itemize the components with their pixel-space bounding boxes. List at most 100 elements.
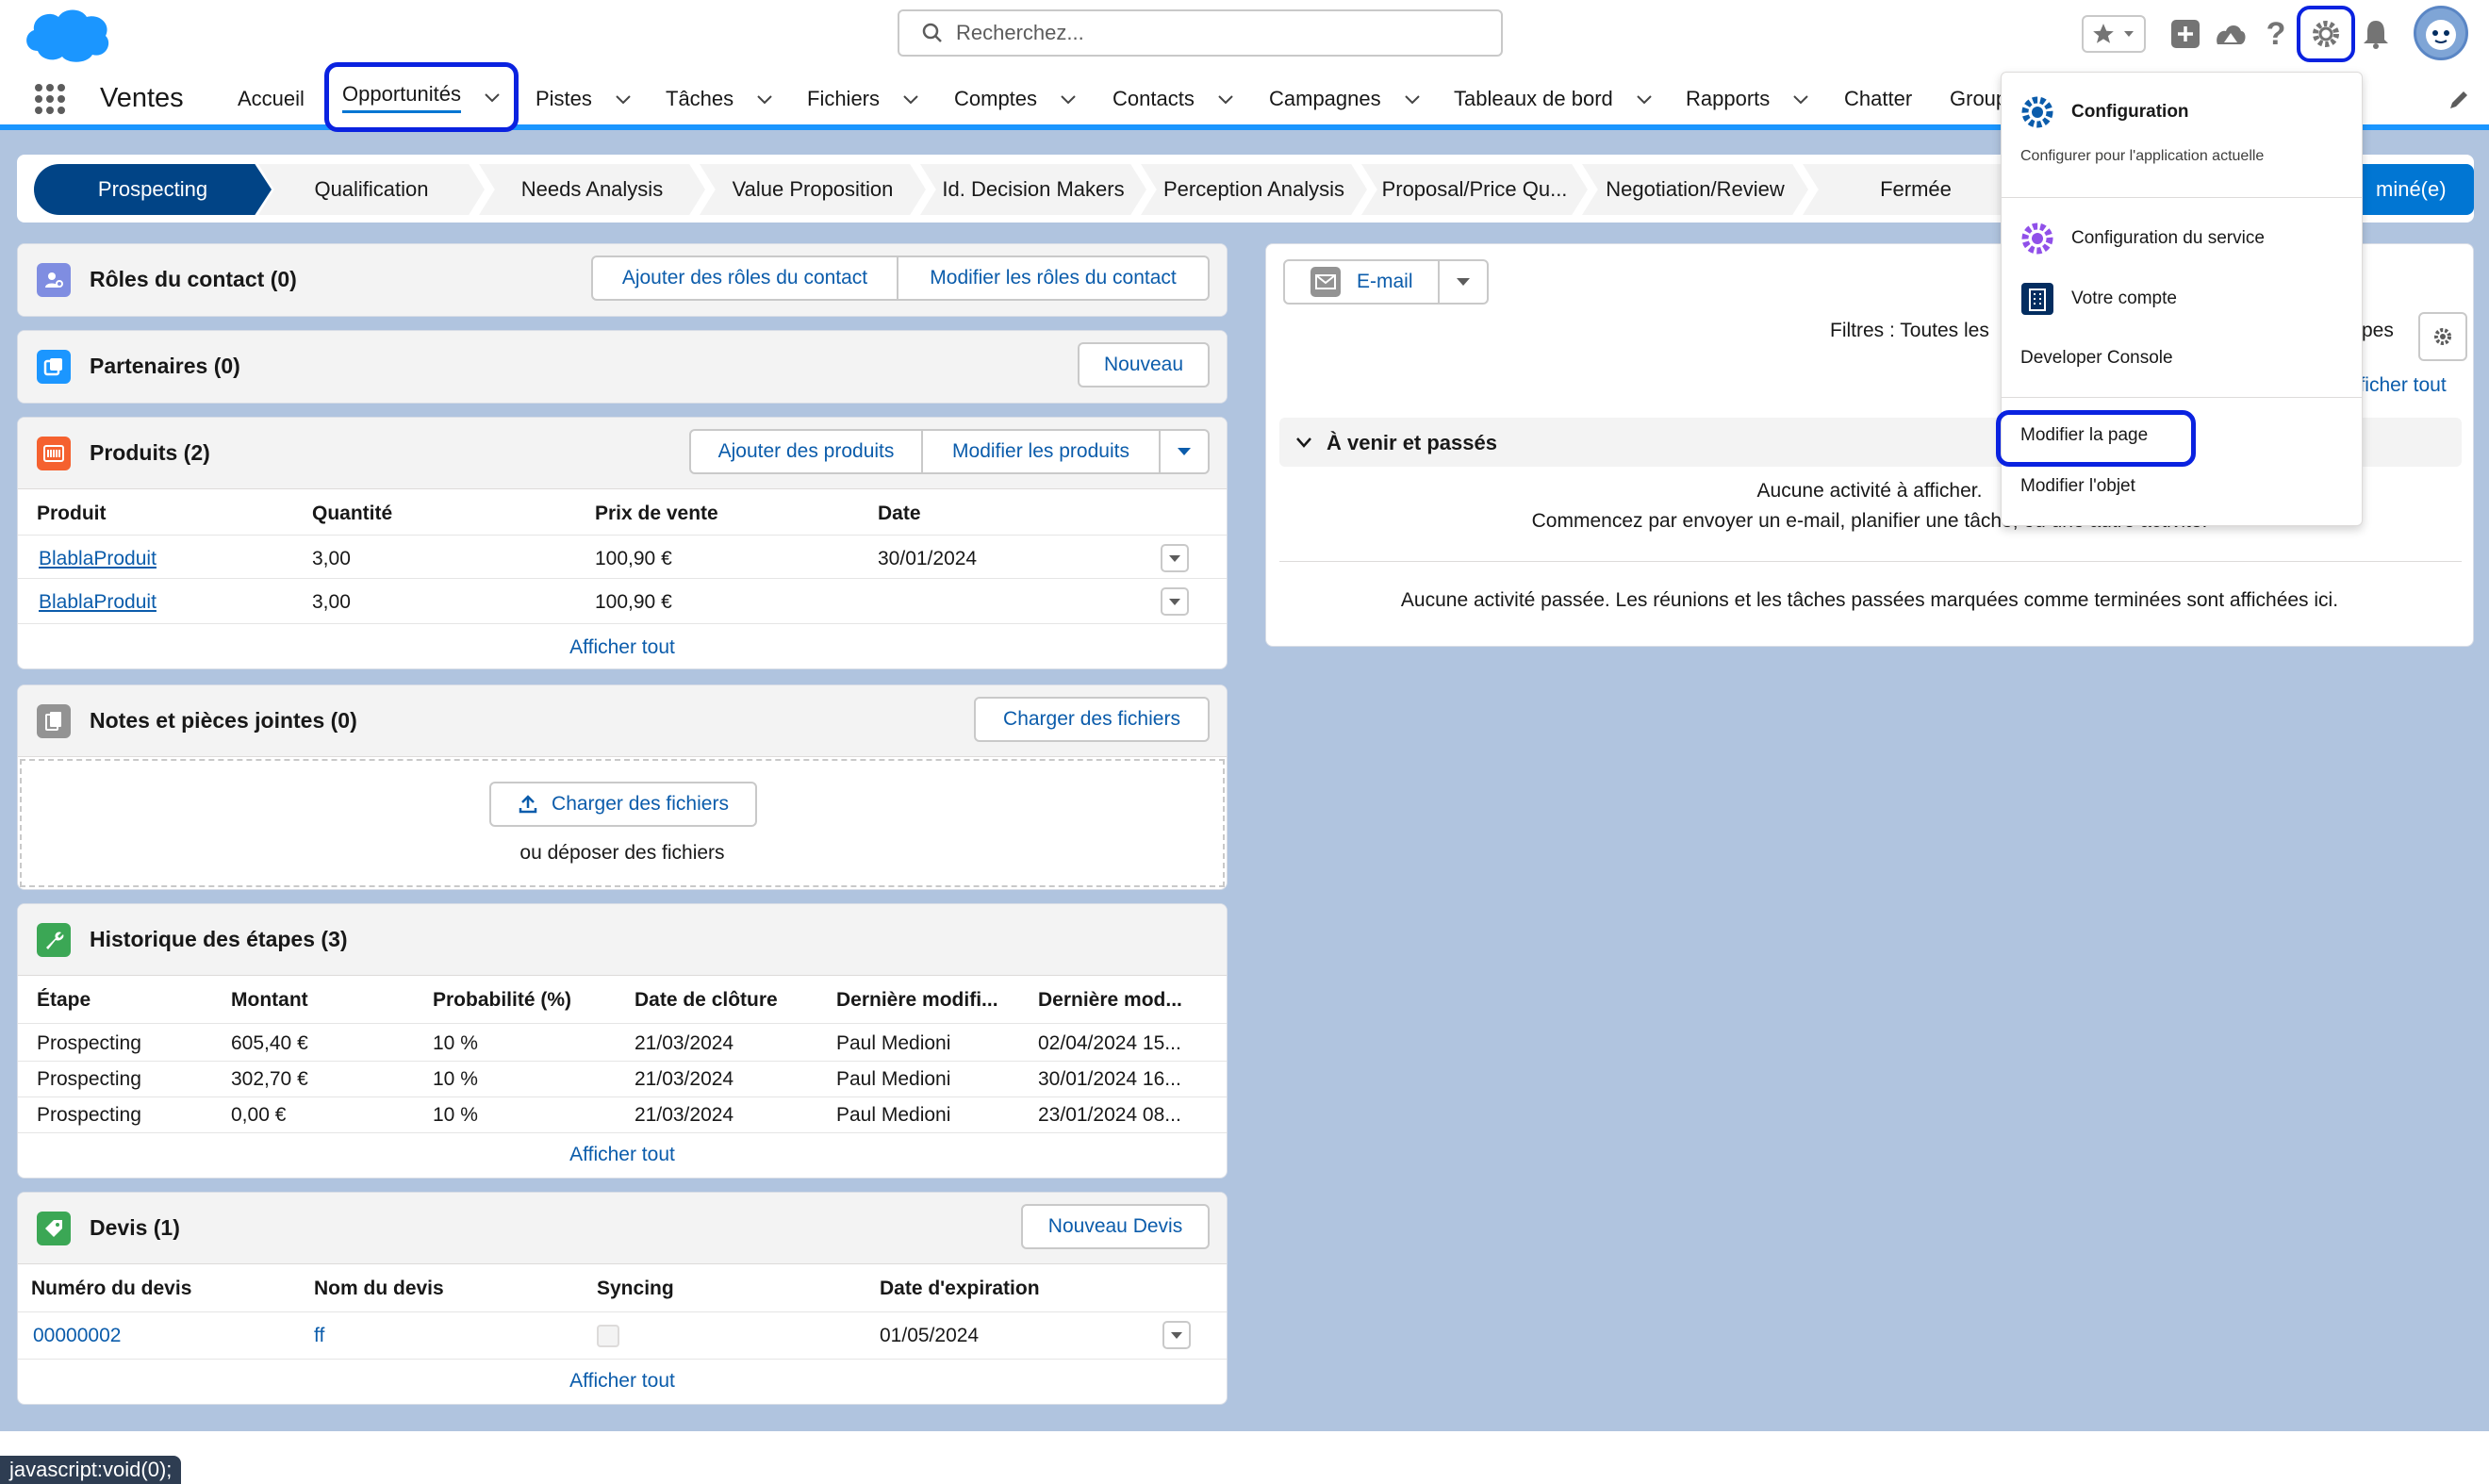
chevron-down-icon[interactable] <box>615 91 632 107</box>
column-header[interactable]: Dernière mod... <box>1038 989 1182 1012</box>
column-header[interactable]: Étape <box>37 989 91 1012</box>
nav-item-pistes[interactable]: Pistes <box>536 81 632 117</box>
modified-date-cell: 30/01/2024 16... <box>1038 1068 1181 1090</box>
card-title[interactable]: Partenaires (0) <box>90 354 240 379</box>
view-all-link[interactable]: Afficher tout <box>18 636 1227 659</box>
menu-item-edit-object[interactable]: Modifier l'objet <box>2020 476 2135 497</box>
email-button[interactable]: E-mail <box>1283 259 1440 305</box>
nav-item-tableaux-de-bord[interactable]: Tableaux de bord <box>1454 81 1653 117</box>
column-header[interactable]: Dernière modifi... <box>836 989 998 1012</box>
your-account-label: Votre compte <box>2071 289 2177 308</box>
global-actions-button[interactable] <box>2167 13 2204 55</box>
row-actions-button[interactable] <box>1161 544 1189 572</box>
chevron-down-icon[interactable] <box>1636 91 1653 107</box>
chevron-down-icon[interactable] <box>484 89 501 106</box>
salesforce-cloud-logo[interactable] <box>21 4 113 66</box>
nav-item-accueil[interactable]: Accueil <box>238 81 305 117</box>
quote-name-link[interactable]: ff <box>314 1325 324 1347</box>
mark-stage-complete-button[interactable]: miné(e) <box>2355 164 2474 215</box>
new-partner-button[interactable]: Nouveau <box>1078 342 1210 387</box>
path-step-proposal[interactable]: Proposal/Price Qu... <box>1361 164 1588 215</box>
product-link[interactable]: BlablaProduit <box>39 548 157 570</box>
column-header[interactable]: Date <box>878 503 921 525</box>
products-more-button[interactable] <box>1161 429 1210 474</box>
card-title[interactable]: Historique des étapes (3) <box>90 927 348 952</box>
add-contact-roles-button[interactable]: Ajouter des rôles du contact <box>591 256 898 301</box>
nav-item-taches[interactable]: Tâches <box>666 81 773 117</box>
column-header[interactable]: Nom du devis <box>314 1278 444 1300</box>
view-all-link[interactable]: Afficher tout <box>18 1370 1227 1393</box>
path-step-needs-analysis[interactable]: Needs Analysis <box>479 164 705 215</box>
column-header[interactable]: Probabilité (%) <box>433 989 571 1012</box>
path-step-value-proposition[interactable]: Value Proposition <box>700 164 926 215</box>
path-step-fermee[interactable]: Fermée <box>1803 164 2029 215</box>
nav-item-comptes[interactable]: Comptes <box>954 81 1077 117</box>
configuration-label: Configuration <box>2071 102 2189 122</box>
nav-item-groups[interactable]: Group <box>1950 81 2007 117</box>
help-button[interactable]: ? <box>2261 13 2291 55</box>
edit-contact-roles-button[interactable]: Modifier les rôles du contact <box>898 256 1210 301</box>
menu-item-edit-page[interactable]: Modifier la page <box>2020 425 2148 446</box>
nav-item-opportunites[interactable]: Opportunités <box>324 62 519 132</box>
quote-number-link[interactable]: 00000002 <box>33 1325 121 1347</box>
trailhead-button[interactable] <box>2210 13 2251 55</box>
path-step-label: Negotiation/Review <box>1606 177 1785 201</box>
chevron-down-icon[interactable] <box>1060 91 1077 107</box>
column-header[interactable]: Prix de vente <box>595 503 718 525</box>
nav-item-rapports[interactable]: Rapports <box>1686 81 1809 117</box>
row-actions-button[interactable] <box>1161 587 1189 616</box>
chevron-down-icon[interactable] <box>1792 91 1809 107</box>
user-avatar[interactable] <box>2414 6 2468 60</box>
path-step-qualification[interactable]: Qualification <box>258 164 485 215</box>
chevron-down-icon[interactable] <box>756 91 773 107</box>
favorites-button[interactable] <box>2082 15 2146 53</box>
path-step-negotiation[interactable]: Negotiation/Review <box>1582 164 1808 215</box>
column-header[interactable]: Date d'expiration <box>880 1278 1040 1300</box>
nav-label: Campagnes <box>1269 87 1381 110</box>
column-header[interactable]: Numéro du devis <box>31 1278 191 1300</box>
upload-files-button[interactable]: Charger des fichiers <box>974 697 1210 742</box>
card-header: Rôles du contact (0) Ajouter des rôles d… <box>18 244 1227 316</box>
new-quote-button[interactable]: Nouveau Devis <box>1021 1204 1210 1249</box>
nav-item-fichiers[interactable]: Fichiers <box>807 81 919 117</box>
column-header[interactable]: Montant <box>231 989 308 1012</box>
edit-products-button[interactable]: Modifier les produits <box>923 429 1161 474</box>
add-products-button[interactable]: Ajouter des produits <box>689 429 923 474</box>
setup-gear-button[interactable] <box>2297 6 2355 62</box>
nav-item-chatter[interactable]: Chatter <box>1844 81 1912 117</box>
email-more-button[interactable] <box>1440 259 1489 305</box>
menu-item-configuration[interactable]: Configuration <box>2020 95 2189 129</box>
chevron-down-icon[interactable] <box>902 91 919 107</box>
menu-item-your-account[interactable]: Votre compte <box>2020 282 2177 316</box>
nav-item-contacts[interactable]: Contacts <box>1113 81 1234 117</box>
column-header[interactable]: Quantité <box>312 503 392 525</box>
app-launcher-icon[interactable] <box>34 83 66 115</box>
products-card: Produits (2) Ajouter des produits Modifi… <box>17 417 1228 669</box>
global-search-input[interactable]: Recherchez... <box>898 9 1503 57</box>
pencil-icon[interactable] <box>2448 89 2470 111</box>
chevron-down-icon <box>1457 278 1470 286</box>
menu-item-service-setup[interactable]: Configuration du service <box>2020 222 2265 256</box>
path-step-perception-analysis[interactable]: Perception Analysis <box>1141 164 1367 215</box>
path-step-prospecting[interactable]: Prospecting <box>34 164 272 215</box>
product-link[interactable]: BlablaProduit <box>39 591 157 614</box>
view-all-link[interactable]: Afficher tout <box>18 1144 1227 1166</box>
nav-label: Accueil <box>238 87 305 110</box>
menu-item-developer-console[interactable]: Developer Console <box>2020 348 2173 369</box>
path-step-id-decision-makers[interactable]: Id. Decision Makers <box>920 164 1146 215</box>
activity-filter-settings-button[interactable] <box>2418 312 2467 361</box>
chevron-down-icon[interactable] <box>1404 91 1421 107</box>
notifications-button[interactable] <box>2359 13 2393 55</box>
upload-files-inner-button[interactable]: Charger des fichiers <box>489 782 757 827</box>
column-header[interactable]: Syncing <box>597 1278 674 1300</box>
column-header[interactable]: Date de clôture <box>635 989 778 1012</box>
column-header[interactable]: Produit <box>37 503 107 525</box>
chevron-down-icon[interactable] <box>1217 91 1234 107</box>
activity-view-all-link[interactable]: fficher tout <box>2354 374 2447 397</box>
nav-item-campagnes[interactable]: Campagnes <box>1269 81 1421 117</box>
card-title[interactable]: Devis (1) <box>90 1215 180 1241</box>
row-actions-button[interactable] <box>1162 1321 1191 1349</box>
card-title[interactable]: Produits (2) <box>90 440 210 466</box>
card-title[interactable]: Notes et pièces jointes (0) <box>90 708 357 734</box>
card-title[interactable]: Rôles du contact (0) <box>90 267 297 292</box>
